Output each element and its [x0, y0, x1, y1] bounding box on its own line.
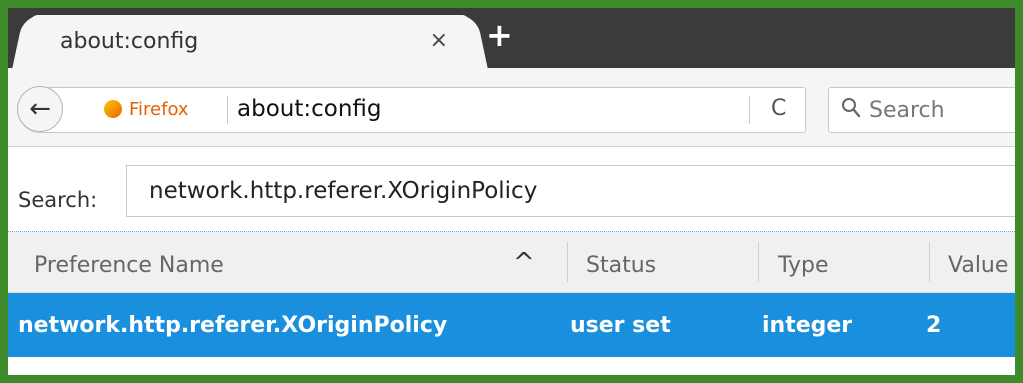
close-tab-icon[interactable]: × — [430, 28, 448, 53]
browser-window: about:config × + ← Firefox about:config … — [8, 8, 1015, 375]
pref-name-cell: network.http.referer.XOriginPolicy — [18, 313, 448, 338]
column-divider[interactable] — [758, 242, 759, 282]
filter-row: Search: network.http.referer.XOriginPoli… — [8, 147, 1015, 232]
pref-type-cell: integer — [762, 313, 853, 338]
back-button[interactable]: ← — [17, 86, 63, 132]
reload-divider — [749, 96, 750, 124]
column-type[interactable]: Type — [778, 253, 829, 278]
back-arrow-icon: ← — [29, 94, 51, 124]
search-icon — [841, 97, 861, 125]
search-input[interactable]: Search — [869, 98, 945, 123]
url-bar[interactable]: ← Firefox about:config C — [17, 86, 806, 133]
table-header: Preference Name ^ Status Type Value — [8, 232, 1015, 293]
search-bar[interactable]: Search — [828, 87, 1015, 133]
search-label: Search: — [18, 188, 98, 212]
new-tab-button[interactable]: + — [486, 19, 513, 51]
tab-title: about:config — [60, 29, 199, 54]
sort-ascending-icon[interactable]: ^ — [513, 248, 535, 278]
pref-value-cell: 2 — [926, 313, 942, 338]
filter-input[interactable]: network.http.referer.XOriginPolicy — [126, 165, 1015, 217]
pref-status-cell: user set — [570, 313, 671, 338]
url-text[interactable]: about:config — [237, 96, 382, 122]
firefox-identity-icon — [104, 100, 122, 118]
column-value[interactable]: Value — [948, 253, 1008, 278]
identity-label[interactable]: Firefox — [129, 99, 189, 120]
column-divider[interactable] — [567, 242, 568, 282]
url-divider — [227, 96, 228, 124]
tab-strip: about:config × + — [8, 8, 1015, 68]
column-divider[interactable] — [929, 242, 930, 282]
magnifier-glyph — [842, 98, 861, 118]
navigation-toolbar: ← Firefox about:config C Search — [8, 68, 1015, 147]
tab-about-config[interactable]: about:config × — [30, 15, 470, 68]
config-page: Search: network.http.referer.XOriginPoli… — [8, 147, 1015, 375]
column-preference-name[interactable]: Preference Name — [34, 253, 224, 278]
filter-value: network.http.referer.XOriginPolicy — [149, 178, 538, 204]
table-row[interactable]: network.http.referer.XOriginPolicy user … — [8, 293, 1015, 357]
column-status[interactable]: Status — [586, 253, 656, 278]
reload-icon[interactable]: C — [771, 96, 786, 121]
